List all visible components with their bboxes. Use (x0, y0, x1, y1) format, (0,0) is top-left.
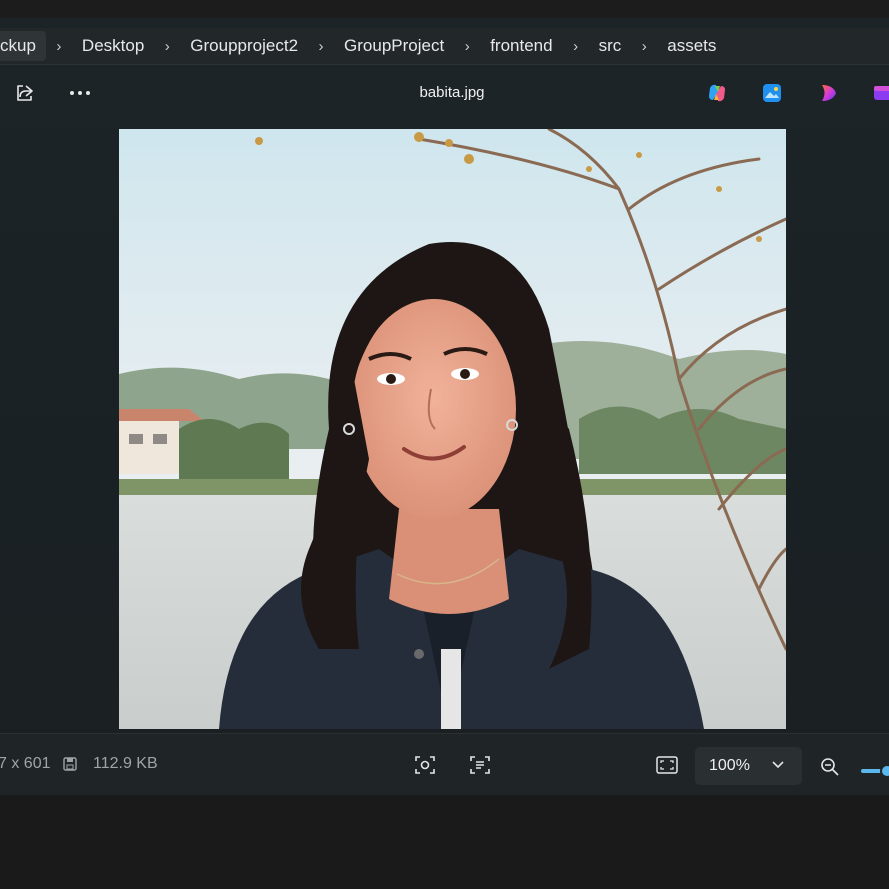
breadcrumb: ckup › Desktop › Groupproject2 › GroupPr… (0, 28, 889, 65)
desktop-background (0, 795, 889, 889)
toolbar: babita.jpg (0, 64, 889, 122)
chevron-right-icon: › (464, 37, 470, 55)
file-name: babita.jpg (419, 84, 485, 101)
app-icon[interactable] (868, 79, 889, 107)
visual-search-icon[interactable] (415, 755, 435, 775)
displayed-image[interactable] (119, 129, 786, 729)
zoom-level-value: 100% (709, 757, 750, 774)
breadcrumb-item-frontend[interactable]: frontend (480, 36, 562, 56)
breadcrumb-item-desktop[interactable]: Desktop (72, 36, 154, 56)
chevron-down-icon (772, 761, 784, 769)
zoom-level-dropdown[interactable]: 100% (695, 747, 802, 785)
photo-viewer-window: ckup › Desktop › Groupproject2 › GroupPr… (0, 18, 889, 796)
zoom-slider[interactable] (860, 763, 889, 779)
clipchamp-icon[interactable] (815, 79, 843, 107)
breadcrumb-item-backup[interactable]: ckup (0, 31, 46, 61)
photos-edit-icon[interactable] (758, 79, 786, 107)
chevron-right-icon: › (56, 37, 62, 55)
breadcrumb-item-groupproject2[interactable]: Groupproject2 (180, 36, 308, 56)
zoom-out-icon[interactable] (820, 757, 840, 777)
breadcrumb-item-groupproject[interactable]: GroupProject (334, 36, 454, 56)
text-recognition-icon[interactable] (470, 755, 490, 775)
chevron-right-icon: › (164, 37, 170, 55)
chevron-right-icon: › (573, 37, 579, 55)
status-bar: 7 x 601 112.9 KB 100% (0, 733, 889, 796)
breadcrumb-item-src[interactable]: src (589, 36, 632, 56)
breadcrumb-item-assets[interactable]: assets (657, 36, 726, 56)
chevron-right-icon: › (641, 37, 647, 55)
save-disk-icon (63, 757, 77, 771)
image-dimensions: 7 x 601 (0, 755, 51, 772)
chevron-right-icon: › (318, 37, 324, 55)
fit-to-window-icon[interactable] (656, 756, 678, 774)
title-bar-strip (0, 0, 889, 18)
copilot-icon[interactable] (703, 79, 731, 107)
portrait-photo (119, 129, 786, 729)
file-size: 112.9 KB (93, 755, 158, 772)
